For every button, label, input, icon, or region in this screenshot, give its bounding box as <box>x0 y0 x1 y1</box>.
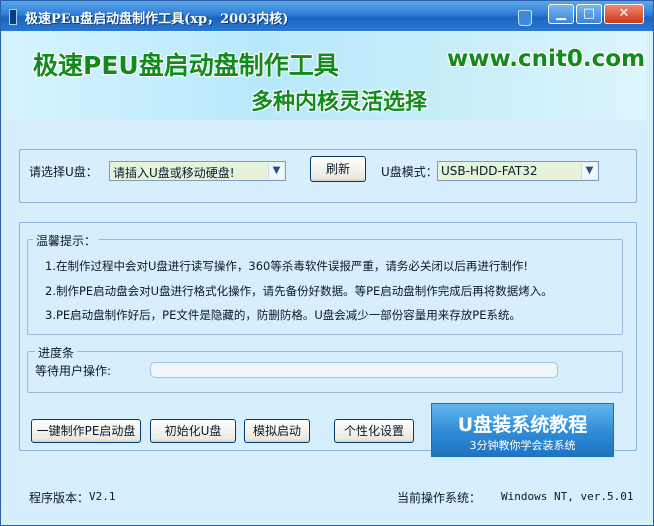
version-label: 程序版本： <box>29 491 90 505</box>
progress-legend: 进度条 <box>35 344 78 361</box>
minimize-button[interactable]: ▁ <box>548 4 574 24</box>
make-boot-disk-button[interactable]: 一键制作PE启动盘 <box>31 419 141 443</box>
tutorial-banner-button[interactable]: U盘装系统教程 3分钟教你学会装系统 <box>431 403 614 457</box>
os-label: 当前操作系统： <box>397 491 482 505</box>
drive-label: 请选择U盘： <box>29 165 98 179</box>
maximize-button[interactable]: □ <box>576 4 602 24</box>
banner-title: 极速PEU盘启动盘制作工具 <box>33 51 339 80</box>
init-usb-button[interactable]: 初始化U盘 <box>150 419 236 443</box>
banner-subtitle: 多种内核灵活选择 <box>251 90 428 115</box>
simulate-boot-button[interactable]: 模拟启动 <box>244 419 310 443</box>
banner: 极速PEU盘启动盘制作工具 www.cnit0.com 多种内核灵活选择 <box>7 32 647 120</box>
custom-settings-button[interactable]: 个性化设置 <box>334 419 414 443</box>
app-icon <box>9 9 17 25</box>
mode-select[interactable]: USB-HDD-FAT32 ▼ <box>437 161 599 181</box>
version-value: V2.1 <box>89 490 116 503</box>
tutorial-title: U盘装系统教程 <box>457 414 588 436</box>
mode-select-value: USB-HDD-FAT32 <box>441 164 538 178</box>
banner-url: www.cnit0.com <box>447 46 646 72</box>
tutorial-subtitle: 3分钟教你学会装系统 <box>469 439 576 452</box>
drive-select-value: 请插入U盘或移动硬盘! <box>113 166 235 180</box>
minimize-icon: ▁ <box>556 6 566 21</box>
skin-icon[interactable] <box>518 10 532 26</box>
tip-item: 2.制作PE启动盘会对U盘进行格式化操作，请先备份好数据。等PE启动盘制作完成后… <box>45 284 553 298</box>
refresh-button[interactable]: 刷新 <box>310 156 366 182</box>
tip-item: 3.PE启动盘制作好后，PE文件是隐藏的，防删防格。U盘会减少一部份容量用来存放… <box>45 308 521 322</box>
os-value: Windows NT, ver.5.01 <box>501 490 634 503</box>
progress-bar <box>150 362 558 378</box>
mode-label: U盘模式： <box>381 165 438 179</box>
tip-item: 1.在制作过程中会对U盘进行读写操作，360等杀毒软件误报严重，请务必关闭以后再… <box>45 259 528 273</box>
chevron-down-icon[interactable]: ▼ <box>581 163 597 179</box>
drive-select[interactable]: 请插入U盘或移动硬盘! ▼ <box>109 161 286 181</box>
chevron-down-icon[interactable]: ▼ <box>268 163 284 179</box>
window-title: 极速PEu盘启动盘制作工具(xp，2003内核) <box>25 12 289 27</box>
tips-legend: 温馨提示： <box>33 232 100 249</box>
close-button[interactable]: ✕ <box>604 4 644 24</box>
close-icon: ✕ <box>618 6 630 21</box>
maximize-icon: □ <box>582 6 596 21</box>
progress-status: 等待用户操作: <box>35 364 112 378</box>
app-window: 极速PEu盘启动盘制作工具(xp，2003内核) ▁ □ ✕ 极速PEU盘启动盘… <box>0 0 654 526</box>
title-bar[interactable]: 极速PEu盘启动盘制作工具(xp，2003内核) ▁ □ ✕ <box>1 1 653 31</box>
